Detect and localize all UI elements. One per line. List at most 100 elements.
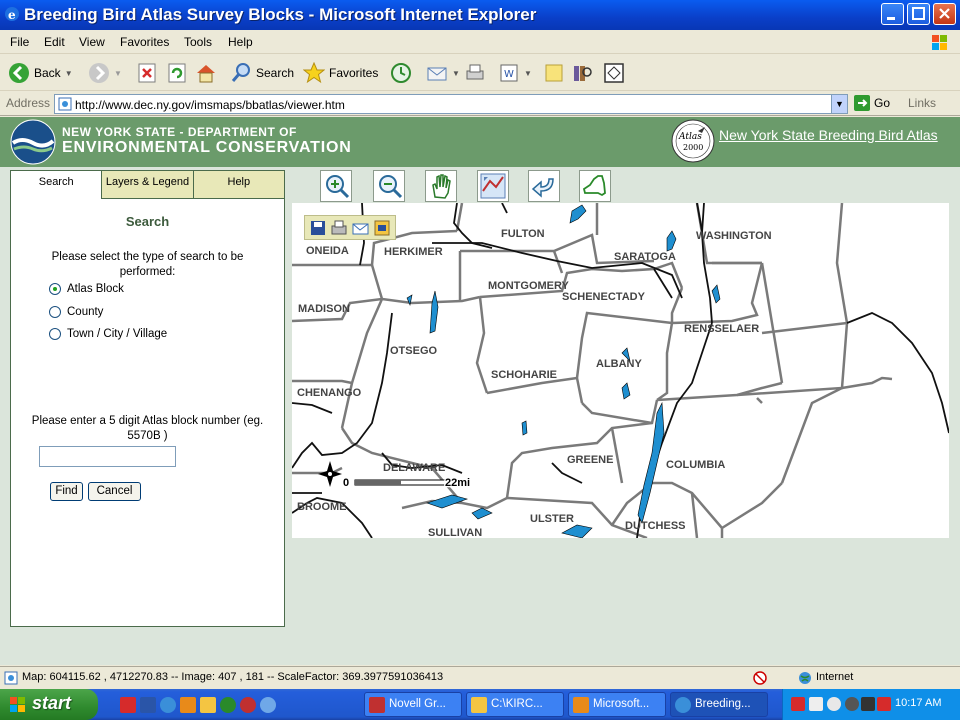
task-explorer-folder[interactable]: C:\KIRC... bbox=[466, 692, 564, 717]
atlas-block-input[interactable] bbox=[39, 446, 176, 467]
print-button[interactable] bbox=[464, 60, 486, 86]
radio-town-label: Town / City / Village bbox=[67, 328, 168, 340]
menu-help[interactable]: Help bbox=[228, 35, 253, 49]
home-button[interactable] bbox=[195, 60, 217, 86]
quicklaunch-911-icon[interactable] bbox=[120, 697, 136, 713]
scale-start-label: 0 bbox=[343, 477, 349, 489]
windows-logo-icon bbox=[10, 697, 25, 712]
tray-update-icon[interactable] bbox=[845, 697, 859, 711]
radio-county-input[interactable] bbox=[49, 306, 61, 318]
blocked-content-icon[interactable] bbox=[752, 671, 768, 685]
county-label: ALBANY bbox=[596, 358, 642, 370]
home-icon bbox=[197, 65, 215, 83]
back-arrow-icon bbox=[9, 63, 29, 83]
mail-button[interactable]: ▼ bbox=[426, 60, 460, 86]
search-button[interactable]: Search bbox=[230, 60, 294, 86]
task-novell[interactable]: Novell Gr... bbox=[364, 692, 462, 717]
agency-line-2: ENVIRONMENTAL CONSERVATION bbox=[62, 139, 352, 156]
messenger-button[interactable] bbox=[603, 60, 625, 86]
forward-button[interactable]: ▼ bbox=[88, 60, 122, 86]
radio-county[interactable]: County bbox=[49, 306, 103, 318]
menu-favorites[interactable]: Favorites bbox=[120, 35, 169, 49]
radio-town-input[interactable] bbox=[49, 328, 61, 340]
county-label: GREENE bbox=[567, 454, 613, 466]
map-view[interactable]: 0 0 22mi 22mi ONEIDA HERKIMER FULTON SAR… bbox=[292, 203, 949, 538]
quicklaunch-word-icon[interactable] bbox=[140, 697, 156, 713]
clock: 10:17 AM bbox=[895, 697, 942, 709]
links-button[interactable]: Links bbox=[908, 96, 936, 110]
address-input[interactable]: http://www.dec.ny.gov/imsmaps/bbatlas/vi… bbox=[54, 94, 848, 114]
back-extent-tool[interactable] bbox=[528, 170, 560, 202]
tab-search[interactable]: Search bbox=[11, 171, 103, 199]
minimize-icon bbox=[887, 17, 895, 20]
quicklaunch-ie-icon[interactable] bbox=[160, 697, 176, 713]
county-label: SCHOHARIE bbox=[491, 369, 557, 381]
zoom-out-tool[interactable] bbox=[373, 170, 405, 202]
menu-view[interactable]: View bbox=[79, 35, 105, 49]
menu-tools[interactable]: Tools bbox=[184, 35, 212, 49]
address-dropdown-icon[interactable]: ▼ bbox=[831, 95, 847, 113]
cancel-button[interactable]: Cancel bbox=[88, 482, 141, 501]
quicklaunch-browser-icon[interactable] bbox=[260, 697, 276, 713]
mail-dropdown-icon[interactable]: ▼ bbox=[452, 69, 460, 78]
county-label: SULLIVAN bbox=[428, 527, 482, 538]
history-button[interactable] bbox=[390, 60, 412, 86]
pan-tool[interactable] bbox=[425, 170, 457, 202]
state-overview-tool[interactable] bbox=[579, 170, 611, 202]
back-dropdown-icon[interactable]: ▼ bbox=[65, 69, 73, 78]
favorites-button[interactable]: Favorites bbox=[303, 60, 378, 86]
forward-dropdown-icon[interactable]: ▼ bbox=[114, 69, 122, 78]
tray-sync-icon[interactable] bbox=[827, 697, 841, 711]
back-button[interactable]: Back ▼ bbox=[8, 60, 73, 86]
tray-novell-icon[interactable] bbox=[877, 697, 891, 711]
task-novell-label: Novell Gr... bbox=[389, 698, 446, 710]
go-button[interactable]: Go bbox=[854, 95, 890, 111]
find-button[interactable]: Find bbox=[50, 482, 83, 501]
tab-layers-legend[interactable]: Layers & Legend bbox=[102, 171, 194, 199]
zoom-in-tool[interactable] bbox=[320, 170, 352, 202]
quicklaunch-outlook-icon[interactable] bbox=[180, 697, 196, 713]
task-microsoft[interactable]: Microsoft... bbox=[568, 692, 666, 717]
quicklaunch-media-icon[interactable] bbox=[220, 697, 236, 713]
menu-file[interactable]: File bbox=[10, 35, 29, 49]
discuss-button[interactable] bbox=[543, 60, 565, 86]
close-icon bbox=[939, 8, 950, 19]
radio-atlas-block[interactable]: Atlas Block bbox=[49, 283, 124, 295]
quicklaunch-folder-icon[interactable] bbox=[200, 697, 216, 713]
go-arrow-icon bbox=[854, 95, 870, 111]
county-map[interactable]: 0 0 22mi 22mi ONEIDA HERKIMER FULTON SAR… bbox=[292, 203, 949, 538]
minimize-button[interactable] bbox=[881, 3, 904, 25]
quicklaunch-app-icon[interactable] bbox=[240, 697, 256, 713]
edit-button[interactable]: W ▼ bbox=[498, 60, 532, 86]
county-label: ONEIDA bbox=[306, 245, 349, 257]
refresh-button[interactable] bbox=[166, 60, 188, 86]
dec-logo bbox=[10, 119, 56, 165]
task-microsoft-label: Microsoft... bbox=[593, 698, 650, 710]
export-icon[interactable] bbox=[374, 220, 390, 236]
status-bar: Map: 604115.62 , 4712270.83 -- Image: 40… bbox=[0, 666, 960, 688]
maximize-button[interactable] bbox=[907, 3, 930, 25]
stop-button[interactable] bbox=[136, 60, 158, 86]
tab-help[interactable]: Help bbox=[193, 171, 284, 199]
save-icon[interactable] bbox=[311, 221, 325, 235]
atlas-home-link[interactable]: New York State Breeding Bird Atlas bbox=[719, 127, 949, 144]
full-extent-icon bbox=[480, 173, 506, 199]
radio-atlas-block-input[interactable] bbox=[49, 283, 61, 295]
edit-dropdown-icon[interactable]: ▼ bbox=[524, 69, 532, 78]
back-label: Back bbox=[34, 66, 61, 80]
menu-edit[interactable]: Edit bbox=[44, 35, 65, 49]
close-button[interactable] bbox=[933, 3, 956, 25]
task-breeding[interactable]: Breeding... bbox=[670, 692, 768, 717]
print-icon[interactable] bbox=[331, 220, 347, 235]
research-button[interactable] bbox=[571, 60, 593, 86]
radio-town-city-village[interactable]: Town / City / Village bbox=[49, 328, 167, 340]
email-icon[interactable] bbox=[352, 223, 369, 235]
start-button[interactable]: start bbox=[0, 689, 98, 720]
tray-network-icon[interactable] bbox=[809, 697, 823, 711]
tray-device-icon[interactable] bbox=[861, 697, 875, 711]
window-title: Breeding Bird Atlas Survey Blocks - Micr… bbox=[24, 5, 537, 24]
county-label: HERKIMER bbox=[384, 246, 443, 258]
full-extent-tool[interactable] bbox=[477, 170, 509, 202]
tray-shield-icon[interactable] bbox=[791, 697, 805, 711]
address-url: http://www.dec.ny.gov/imsmaps/bbatlas/vi… bbox=[75, 98, 345, 112]
